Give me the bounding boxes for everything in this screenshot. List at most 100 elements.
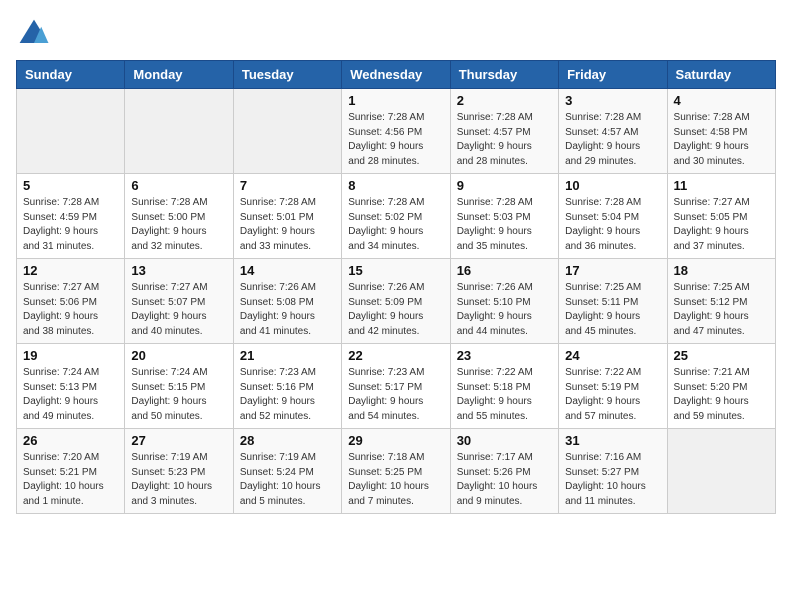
calendar-cell: 26 Sunrise: 7:20 AM Sunset: 5:21 PM Dayli…: [17, 429, 125, 514]
day-number: 7: [240, 178, 335, 193]
calendar-week-row: 5 Sunrise: 7:28 AM Sunset: 4:59 PM Daylig…: [17, 174, 776, 259]
calendar-cell: 28Sunrise: 7:19 AM Sunset: 5:24 PM Dayli…: [233, 429, 341, 514]
calendar-cell: 10Sunrise: 7:28 AM Sunset: 5:04 PM Dayli…: [559, 174, 667, 259]
calendar-week-row: 1 Sunrise: 7:28 AM Sunset: 4:56 PM Daylig…: [17, 89, 776, 174]
calendar-cell: 11 Sunrise: 7:27 AM Sunset: 5:05 PM Dayli…: [667, 174, 775, 259]
day-info: Sunrise: 7:20 AM Sunset: 5:21 PM Dayligh…: [23, 451, 118, 509]
calendar-cell: 5 Sunrise: 7:28 AM Sunset: 4:59 PM Daylig…: [17, 174, 125, 259]
calendar-cell: [125, 89, 233, 174]
day-number: 31: [565, 433, 660, 448]
calendar-cell: 4 Sunrise: 7:28 AM Sunset: 4:58 PM Daylig…: [667, 89, 775, 174]
column-header-saturday: Saturday: [667, 61, 775, 89]
day-info: Sunrise: 7:22 AM Sunset: 5:19 PM Dayligh…: [565, 366, 660, 424]
day-number: 24: [565, 348, 660, 363]
calendar-header-row: SundayMondayTuesdayWednesdayThursdayFrid…: [17, 61, 776, 89]
day-number: 5: [23, 178, 118, 193]
day-info: Sunrise: 7:28 AM Sunset: 5:02 PM Dayligh…: [348, 196, 443, 254]
day-number: 3: [565, 93, 660, 108]
day-info: Sunrise: 7:28 AM Sunset: 4:59 PM Dayligh…: [23, 196, 118, 254]
day-number: 25: [674, 348, 769, 363]
day-info: Sunrise: 7:25 AM Sunset: 5:12 PM Dayligh…: [674, 281, 769, 339]
day-number: 21: [240, 348, 335, 363]
day-info: Sunrise: 7:28 AM Sunset: 4:57 PM Dayligh…: [457, 111, 552, 169]
day-number: 11: [674, 178, 769, 193]
day-number: 28: [240, 433, 335, 448]
day-number: 27: [131, 433, 226, 448]
calendar-cell: 19 Sunrise: 7:24 AM Sunset: 5:13 PM Dayli…: [17, 344, 125, 429]
calendar-cell: 22 Sunrise: 7:23 AM Sunset: 5:17 PM Dayli…: [342, 344, 450, 429]
day-number: 6: [131, 178, 226, 193]
day-number: 4: [674, 93, 769, 108]
day-number: 22: [348, 348, 443, 363]
calendar-cell: 13 Sunrise: 7:27 AM Sunset: 5:07 PM Dayli…: [125, 259, 233, 344]
day-number: 29: [348, 433, 443, 448]
day-info: Sunrise: 7:27 AM Sunset: 5:05 PM Dayligh…: [674, 196, 769, 254]
day-info: Sunrise: 7:28 AM Sunset: 5:00 PM Dayligh…: [131, 196, 226, 254]
day-info: Sunrise: 7:24 AM Sunset: 5:13 PM Dayligh…: [23, 366, 118, 424]
day-info: Sunrise: 7:19 AM Sunset: 5:23 PM Dayligh…: [131, 451, 226, 509]
calendar-cell: 15 Sunrise: 7:26 AM Sunset: 5:09 PM Dayli…: [342, 259, 450, 344]
logo: [16, 16, 58, 52]
calendar-cell: 7 Sunrise: 7:28 AM Sunset: 5:01 PM Daylig…: [233, 174, 341, 259]
day-number: 23: [457, 348, 552, 363]
day-info: Sunrise: 7:26 AM Sunset: 5:09 PM Dayligh…: [348, 281, 443, 339]
day-info: Sunrise: 7:28 AM Sunset: 5:03 PM Dayligh…: [457, 196, 552, 254]
day-info: Sunrise: 7:27 AM Sunset: 5:07 PM Dayligh…: [131, 281, 226, 339]
calendar-cell: 18 Sunrise: 7:25 AM Sunset: 5:12 PM Dayli…: [667, 259, 775, 344]
day-number: 20: [131, 348, 226, 363]
calendar-cell: 14Sunrise: 7:26 AM Sunset: 5:08 PM Dayli…: [233, 259, 341, 344]
day-number: 18: [674, 263, 769, 278]
calendar-cell: 9 Sunrise: 7:28 AM Sunset: 5:03 PM Daylig…: [450, 174, 558, 259]
day-number: 30: [457, 433, 552, 448]
day-number: 13: [131, 263, 226, 278]
column-header-friday: Friday: [559, 61, 667, 89]
calendar-cell: 30 Sunrise: 7:17 AM Sunset: 5:26 PM Dayli…: [450, 429, 558, 514]
day-info: Sunrise: 7:28 AM Sunset: 4:58 PM Dayligh…: [674, 111, 769, 169]
day-number: 19: [23, 348, 118, 363]
day-info: Sunrise: 7:25 AM Sunset: 5:11 PM Dayligh…: [565, 281, 660, 339]
day-number: 26: [23, 433, 118, 448]
day-info: Sunrise: 7:21 AM Sunset: 5:20 PM Dayligh…: [674, 366, 769, 424]
calendar-cell: 3 Sunrise: 7:28 AM Sunset: 4:57 AM Daylig…: [559, 89, 667, 174]
calendar-cell: 21 Sunrise: 7:23 AM Sunset: 5:16 PM Dayli…: [233, 344, 341, 429]
calendar-cell: 23 Sunrise: 7:22 AM Sunset: 5:18 PM Dayli…: [450, 344, 558, 429]
day-info: Sunrise: 7:28 AM Sunset: 4:57 AM Dayligh…: [565, 111, 660, 169]
day-info: Sunrise: 7:28 AM Sunset: 5:01 PM Dayligh…: [240, 196, 335, 254]
column-header-thursday: Thursday: [450, 61, 558, 89]
day-number: 17: [565, 263, 660, 278]
day-number: 16: [457, 263, 552, 278]
calendar-cell: 6 Sunrise: 7:28 AM Sunset: 5:00 PM Daylig…: [125, 174, 233, 259]
day-number: 12: [23, 263, 118, 278]
calendar-cell: [233, 89, 341, 174]
day-info: Sunrise: 7:23 AM Sunset: 5:16 PM Dayligh…: [240, 366, 335, 424]
calendar-week-row: 12 Sunrise: 7:27 AM Sunset: 5:06 PM Dayli…: [17, 259, 776, 344]
calendar-week-row: 19 Sunrise: 7:24 AM Sunset: 5:13 PM Dayli…: [17, 344, 776, 429]
day-number: 9: [457, 178, 552, 193]
day-number: 1: [348, 93, 443, 108]
day-info: Sunrise: 7:23 AM Sunset: 5:17 PM Dayligh…: [348, 366, 443, 424]
calendar-cell: [667, 429, 775, 514]
day-info: Sunrise: 7:27 AM Sunset: 5:06 PM Dayligh…: [23, 281, 118, 339]
calendar-cell: 12 Sunrise: 7:27 AM Sunset: 5:06 PM Dayli…: [17, 259, 125, 344]
calendar-cell: 17 Sunrise: 7:25 AM Sunset: 5:11 PM Dayli…: [559, 259, 667, 344]
day-info: Sunrise: 7:28 AM Sunset: 4:56 PM Dayligh…: [348, 111, 443, 169]
calendar-cell: 1 Sunrise: 7:28 AM Sunset: 4:56 PM Daylig…: [342, 89, 450, 174]
day-info: Sunrise: 7:26 AM Sunset: 5:10 PM Dayligh…: [457, 281, 552, 339]
day-info: Sunrise: 7:18 AM Sunset: 5:25 PM Dayligh…: [348, 451, 443, 509]
logo-icon: [16, 16, 52, 52]
column-header-tuesday: Tuesday: [233, 61, 341, 89]
day-info: Sunrise: 7:17 AM Sunset: 5:26 PM Dayligh…: [457, 451, 552, 509]
calendar-cell: 29 Sunrise: 7:18 AM Sunset: 5:25 PM Dayli…: [342, 429, 450, 514]
calendar-cell: 24 Sunrise: 7:22 AM Sunset: 5:19 PM Dayli…: [559, 344, 667, 429]
calendar-cell: [17, 89, 125, 174]
calendar-cell: 8 Sunrise: 7:28 AM Sunset: 5:02 PM Daylig…: [342, 174, 450, 259]
calendar-cell: 16 Sunrise: 7:26 AM Sunset: 5:10 PM Dayli…: [450, 259, 558, 344]
day-number: 8: [348, 178, 443, 193]
page-header: [16, 16, 776, 52]
day-number: 2: [457, 93, 552, 108]
day-number: 14: [240, 263, 335, 278]
day-number: 15: [348, 263, 443, 278]
day-info: Sunrise: 7:22 AM Sunset: 5:18 PM Dayligh…: [457, 366, 552, 424]
day-info: Sunrise: 7:24 AM Sunset: 5:15 PM Dayligh…: [131, 366, 226, 424]
calendar-cell: 31Sunrise: 7:16 AM Sunset: 5:27 PM Dayli…: [559, 429, 667, 514]
